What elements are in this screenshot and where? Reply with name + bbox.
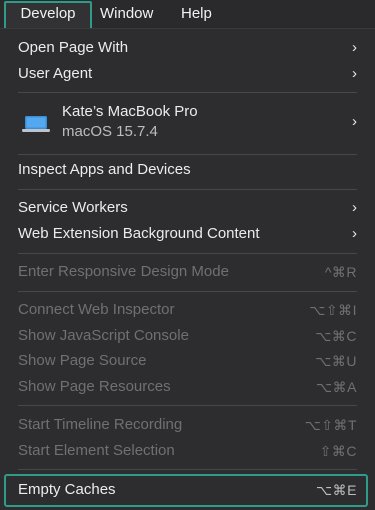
menu-separator bbox=[18, 291, 357, 292]
chevron-right-icon: › bbox=[352, 199, 357, 216]
menu-separator bbox=[18, 92, 357, 93]
chevron-right-icon: › bbox=[352, 113, 357, 130]
menu-item-user-agent[interactable]: User Agent › bbox=[0, 61, 375, 87]
menu-item-shortcut: ⌥⌘U bbox=[315, 353, 357, 369]
menu-develop[interactable]: Develop bbox=[4, 0, 96, 31]
menu-item-shortcut: ⌥⇧⌘I bbox=[309, 302, 357, 318]
menu-item-shortcut: ⌥⌘C bbox=[315, 328, 357, 344]
menu-item-shortcut: ⌥⌘E bbox=[316, 482, 357, 498]
menu-item-shortcut: ⌥⇧⌘T bbox=[304, 417, 357, 433]
menu-item-label: Show JavaScript Console bbox=[18, 327, 189, 344]
menu-separator bbox=[18, 253, 357, 254]
menu-item-inspect-apps[interactable]: Inspect Apps and Devices bbox=[0, 157, 375, 183]
menu-separator bbox=[18, 154, 357, 155]
menu-item-shortcut: ^⌘R bbox=[324, 264, 357, 280]
menu-item-label: Service Workers bbox=[18, 199, 128, 216]
menu-bar: Develop Window Help bbox=[0, 0, 375, 31]
chevron-right-icon: › bbox=[352, 65, 357, 82]
device-name: Kate’s MacBook Pro bbox=[62, 103, 198, 120]
menu-item-label: Empty Caches bbox=[18, 481, 116, 498]
menu-item-label: Start Element Selection bbox=[18, 442, 175, 459]
menu-item-open-page-with[interactable]: Open Page With › bbox=[0, 35, 375, 61]
menu-item-shortcut: ⌥⌘A bbox=[316, 379, 357, 395]
menu-item-show-js-console[interactable]: Show JavaScript Console ⌥⌘C bbox=[0, 323, 375, 349]
develop-dropdown-menu: Open Page With › User Agent › Kate’s Mac… bbox=[0, 28, 375, 510]
menu-item-connect-web-inspector[interactable]: Connect Web Inspector ⌥⇧⌘I bbox=[0, 297, 375, 323]
menu-separator bbox=[18, 469, 357, 470]
menu-item-service-workers[interactable]: Service Workers › bbox=[0, 195, 375, 221]
menu-item-show-page-source[interactable]: Show Page Source ⌥⌘U bbox=[0, 348, 375, 374]
menu-separator bbox=[18, 405, 357, 406]
menu-item-start-element-selection[interactable]: Start Element Selection ⇧⌘C bbox=[0, 438, 375, 464]
menu-item-label: Web Extension Background Content bbox=[18, 225, 260, 242]
menu-help[interactable]: Help bbox=[181, 0, 212, 28]
menu-item-label: Enter Responsive Design Mode bbox=[18, 263, 229, 280]
menu-item-label: User Agent bbox=[18, 65, 93, 82]
menu-item-label: Open Page With bbox=[18, 39, 129, 56]
menu-item-start-timeline-recording[interactable]: Start Timeline Recording ⌥⇧⌘T bbox=[0, 412, 375, 438]
menu-separator bbox=[18, 189, 357, 190]
chevron-right-icon: › bbox=[352, 225, 357, 242]
menu-item-web-extension-background[interactable]: Web Extension Background Content › bbox=[0, 221, 375, 247]
device-os-version: macOS 15.7.4 bbox=[62, 123, 158, 140]
menu-window[interactable]: Window bbox=[100, 0, 153, 28]
menu-item-shortcut: ⇧⌘C bbox=[319, 443, 357, 459]
chevron-right-icon: › bbox=[352, 39, 357, 56]
menu-item-label: Start Timeline Recording bbox=[18, 416, 183, 433]
menu-item-label: Connect Web Inspector bbox=[18, 301, 175, 318]
menu-item-label: Inspect Apps and Devices bbox=[18, 161, 191, 178]
menu-item-empty-caches[interactable]: Empty Caches ⌥⌘E bbox=[0, 477, 375, 503]
menu-item-device[interactable]: Kate’s MacBook Pro macOS 15.7.4 › bbox=[0, 101, 375, 147]
menu-item-label: Show Page Resources bbox=[18, 378, 171, 395]
menu-develop-label: Develop bbox=[20, 5, 76, 22]
menu-item-label: Show Page Source bbox=[18, 352, 147, 369]
laptop-icon bbox=[22, 116, 50, 132]
menu-item-responsive-design-mode[interactable]: Enter Responsive Design Mode ^⌘R bbox=[0, 259, 375, 285]
menu-item-show-page-resources[interactable]: Show Page Resources ⌥⌘A bbox=[0, 374, 375, 400]
